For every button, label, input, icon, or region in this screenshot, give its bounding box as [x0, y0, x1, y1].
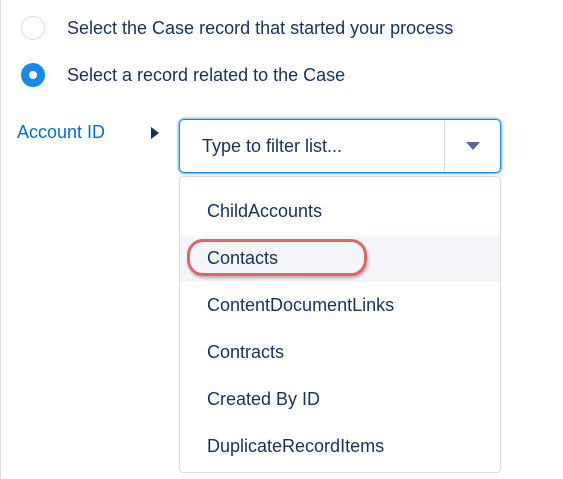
field-label-account-id[interactable]: Account ID: [17, 122, 105, 143]
listbox-option-contentdocumentlinks[interactable]: ContentDocumentLinks: [180, 282, 500, 329]
related-records-listbox[interactable]: ChildAccounts Contacts ContentDocumentLi…: [179, 176, 501, 473]
annotation-highlight-ring: [187, 239, 367, 276]
panel-left-border: [0, 0, 1, 479]
filter-input[interactable]: [180, 120, 444, 172]
radio-related-record[interactable]: Select a record related to the Case: [21, 63, 345, 87]
dropdown-toggle-button[interactable]: [444, 120, 500, 172]
listbox-option-duplicaterecorditems[interactable]: DuplicateRecordItems: [180, 423, 500, 470]
listbox-option-childaccounts[interactable]: ChildAccounts: [180, 188, 500, 235]
radio-button-unchecked[interactable]: [21, 16, 45, 40]
listbox-option-contracts[interactable]: Contracts: [180, 329, 500, 376]
listbox-option-created-by-id[interactable]: Created By ID: [180, 376, 500, 423]
triangle-right-icon[interactable]: [151, 127, 159, 139]
chevron-down-icon: [465, 142, 480, 150]
radio-case-record[interactable]: Select the Case record that started your…: [21, 16, 453, 40]
radio-button-checked[interactable]: [21, 63, 45, 87]
radio-dot: [29, 71, 37, 79]
radio-label: Select a record related to the Case: [67, 64, 346, 85]
record-filter-combobox[interactable]: [179, 119, 501, 173]
listbox-option-contacts[interactable]: Contacts: [180, 235, 500, 282]
radio-label: Select the Case record that started your…: [67, 17, 454, 38]
